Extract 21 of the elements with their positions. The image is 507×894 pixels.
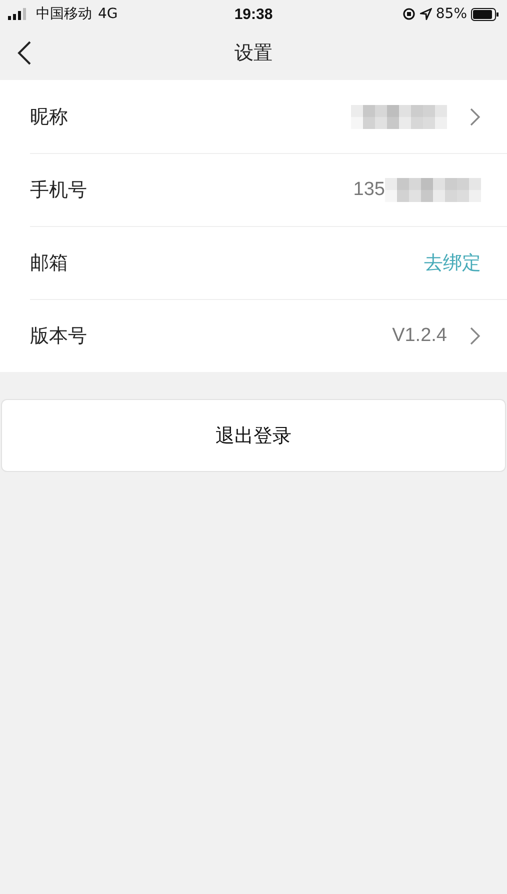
settings-row[interactable]: 邮箱 去绑定 (0, 226, 507, 299)
row-value: 135 (353, 178, 385, 200)
rotation-lock-icon (402, 7, 416, 21)
row-label: 昵称 (30, 104, 69, 130)
settings-row[interactable]: 版本号 V1.2.4 (0, 299, 507, 372)
battery-icon (471, 8, 499, 20)
location-arrow-icon (420, 8, 432, 20)
battery-percent: 85% (436, 6, 467, 22)
settings-row[interactable]: 手机号 135 (0, 153, 507, 226)
carrier-name: 中国移动 (36, 5, 92, 23)
chevron-right-icon (469, 326, 481, 344)
page-title: 设置 (234, 41, 274, 66)
logout-button[interactable]: 退出登录 (1, 399, 506, 472)
network-type: 4G (98, 6, 118, 22)
row-label: 手机号 (30, 178, 88, 202)
row-value: V1.2.4 (392, 324, 447, 346)
chevron-right-icon (469, 108, 481, 126)
status-time: 19:38 (233, 6, 274, 22)
row-label: 版本号 (30, 324, 88, 348)
settings-row[interactable]: 昵称 (0, 80, 507, 153)
row-label: 邮箱 (30, 250, 69, 276)
